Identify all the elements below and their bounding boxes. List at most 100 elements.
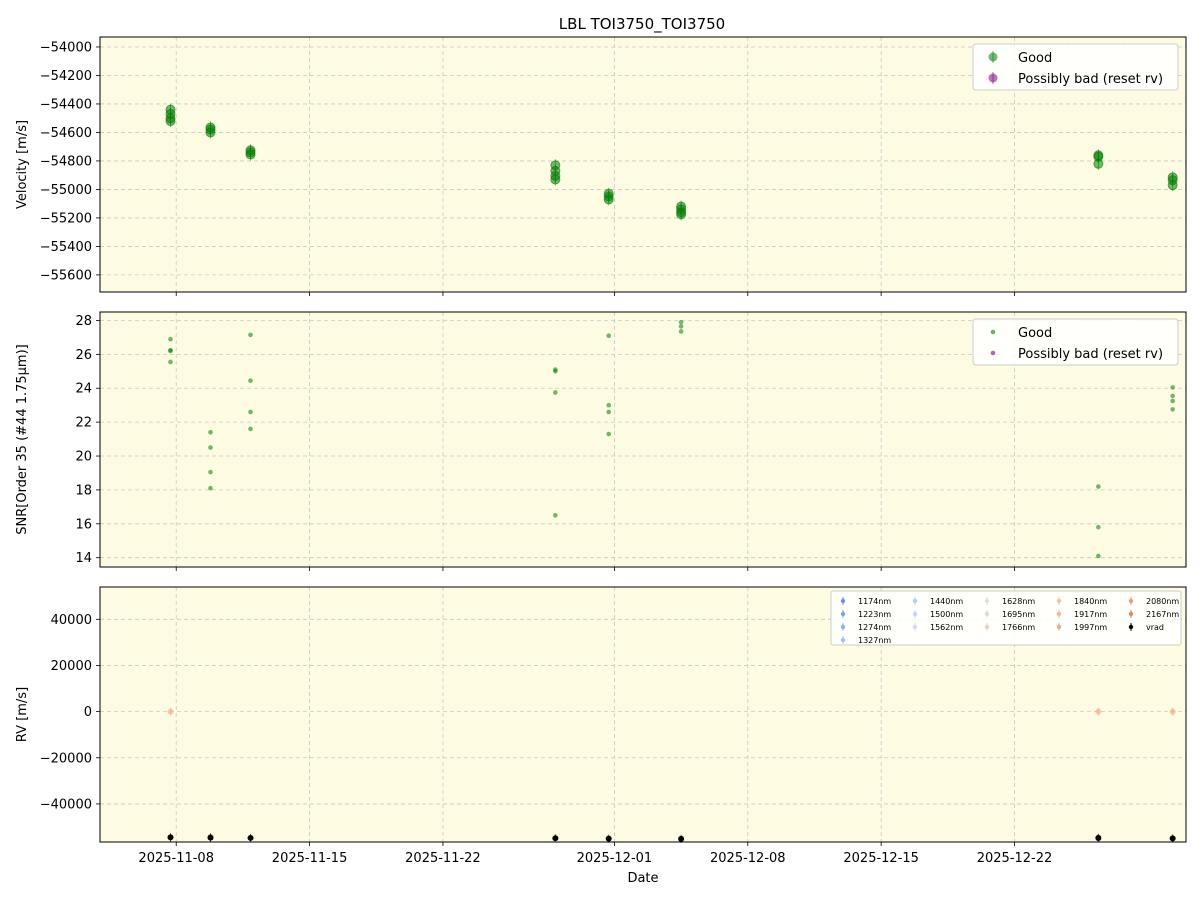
snr-point: [1096, 484, 1101, 489]
snr-point: [248, 378, 253, 383]
snr-y-tick-label: 18: [75, 483, 92, 498]
velocity-y-tick-label: −55200: [40, 211, 92, 226]
rv-y-axis-label: RV [m/s]: [15, 687, 30, 742]
rv-legend-label: 2167nm: [1146, 610, 1179, 619]
rv-legend-label: 1840nm: [1074, 597, 1107, 606]
rv-legend-label: 1500nm: [930, 610, 963, 619]
rv-legend-marker: [912, 611, 918, 617]
snr-point: [1170, 393, 1175, 399]
legend-label: Good: [1018, 326, 1052, 341]
rv-legend-label: 1766nm: [1002, 623, 1035, 632]
rv-legend-marker: [840, 611, 846, 617]
snr-point: [208, 445, 213, 450]
snr-y-tick-label: 22: [75, 416, 92, 431]
velocity-y-tick-label: −54800: [40, 154, 92, 169]
snr-point: [208, 429, 213, 435]
legend-marker: [990, 329, 996, 335]
legend-label: Good: [1018, 51, 1052, 66]
rv-point-vrad: [1169, 835, 1176, 842]
figure: LBL TOI3750_TOI3750 −55600−55400−55200−5…: [0, 0, 1200, 900]
rv-y-tick-label: 20000: [51, 659, 92, 674]
rv-legend-marker: [984, 611, 990, 617]
snr-point: [1170, 385, 1175, 390]
snr-y-tick-label: 28: [75, 314, 92, 329]
legend-marker: [990, 350, 996, 356]
snr-point: [248, 409, 253, 415]
rv-point-vrad: [247, 834, 254, 841]
velocity-y-tick-label: −54400: [40, 97, 92, 112]
snr-point: [1096, 524, 1101, 530]
rv-legend-marker: [1056, 611, 1062, 617]
x-tick-label: 2025-12-15: [843, 851, 919, 866]
rv-legend-label: vrad: [1146, 623, 1164, 632]
snr-point: [553, 369, 558, 374]
rv-point-vrad: [605, 835, 612, 842]
rv-legend-label: 1174nm: [858, 597, 891, 606]
velocity-point: [245, 149, 256, 160]
snr-y-tick-label: 14: [75, 551, 92, 566]
rv-legend-marker: [912, 598, 918, 604]
rv-legend-marker: [1128, 611, 1134, 617]
rv-legend-label: 1327nm: [858, 636, 891, 645]
x-axis-label: Date: [627, 871, 658, 886]
velocity-y-tick-label: −54000: [40, 40, 92, 55]
velocity-y-tick-label: −55000: [40, 183, 92, 198]
legend-marker: [988, 52, 998, 62]
snr-point: [606, 333, 612, 339]
snr-point: [1170, 407, 1175, 412]
rv-legend-marker: [840, 624, 846, 630]
rv-legend-marker: [1128, 624, 1134, 630]
rv-point-1997nm: [1169, 708, 1176, 715]
legend-label: Possibly bad (reset rv): [1018, 347, 1163, 362]
snr-point: [248, 426, 253, 432]
rv-legend-marker: [912, 624, 918, 630]
snr-point: [606, 402, 612, 408]
rv-point-1997nm: [167, 708, 174, 715]
snr-point: [606, 431, 612, 437]
velocity-point: [603, 194, 614, 205]
snr-point: [553, 390, 558, 395]
snr-point: [678, 324, 684, 329]
rv-y-tick-label: −40000: [40, 797, 92, 812]
snr-point: [208, 485, 213, 491]
rv-legend-label: 1997nm: [1074, 623, 1107, 632]
rv-legend-marker: [840, 637, 846, 643]
x-tick-label: 2025-11-15: [272, 851, 348, 866]
velocity-point: [550, 174, 561, 185]
rv-legend-label: 1562nm: [930, 623, 963, 632]
rv-legend-marker: [1056, 624, 1062, 630]
rv-legend-label: 1440nm: [930, 597, 963, 606]
rv-legend-marker: [1056, 598, 1062, 604]
rv-legend-marker: [1128, 598, 1134, 604]
snr-point: [1096, 553, 1101, 559]
velocity-y-axis-label: Velocity [m/s]: [15, 120, 30, 209]
snr-point: [678, 319, 684, 325]
rv-legend-marker: [984, 624, 990, 630]
snr-y-tick-label: 24: [75, 382, 92, 397]
rv-legend-label: 1274nm: [858, 623, 891, 632]
rv-y-tick-label: 40000: [51, 613, 92, 628]
rv-legend-marker: [984, 598, 990, 604]
rv-legend-marker: [840, 598, 846, 604]
velocity-point: [676, 209, 687, 220]
snr-point: [553, 513, 558, 518]
figure-title: LBL TOI3750_TOI3750: [559, 15, 725, 34]
snr-y-tick-label: 26: [75, 348, 92, 363]
snr-point: [208, 469, 213, 475]
snr-y-tick-label: 16: [75, 517, 92, 532]
x-tick-label: 2025-12-22: [977, 851, 1053, 866]
rv-y-tick-label: −20000: [40, 751, 92, 766]
rv-y-tick-label: 0: [84, 705, 92, 720]
velocity-point: [205, 127, 216, 138]
snr-point: [1170, 398, 1175, 404]
velocity-point: [1093, 158, 1104, 169]
velocity-panel: −55600 −55400 −55200 −55000 −54800 −54600 −544…: [15, 36, 1187, 296]
snr-point: [168, 336, 173, 342]
snr-panel: 14 16 18 20 22 24 26 28 SNR[Order 35 (#44 1.75μm…: [15, 311, 1187, 571]
rv-point-vrad: [1095, 835, 1102, 842]
x-tick-label: 2025-12-01: [577, 851, 653, 866]
velocity-point: [1167, 180, 1178, 191]
snr-point: [606, 409, 612, 415]
snr-y-axis-label: SNR[Order 35 (#44 1.75μm)]: [15, 344, 30, 535]
rv-legend-label: 2080nm: [1146, 597, 1179, 606]
